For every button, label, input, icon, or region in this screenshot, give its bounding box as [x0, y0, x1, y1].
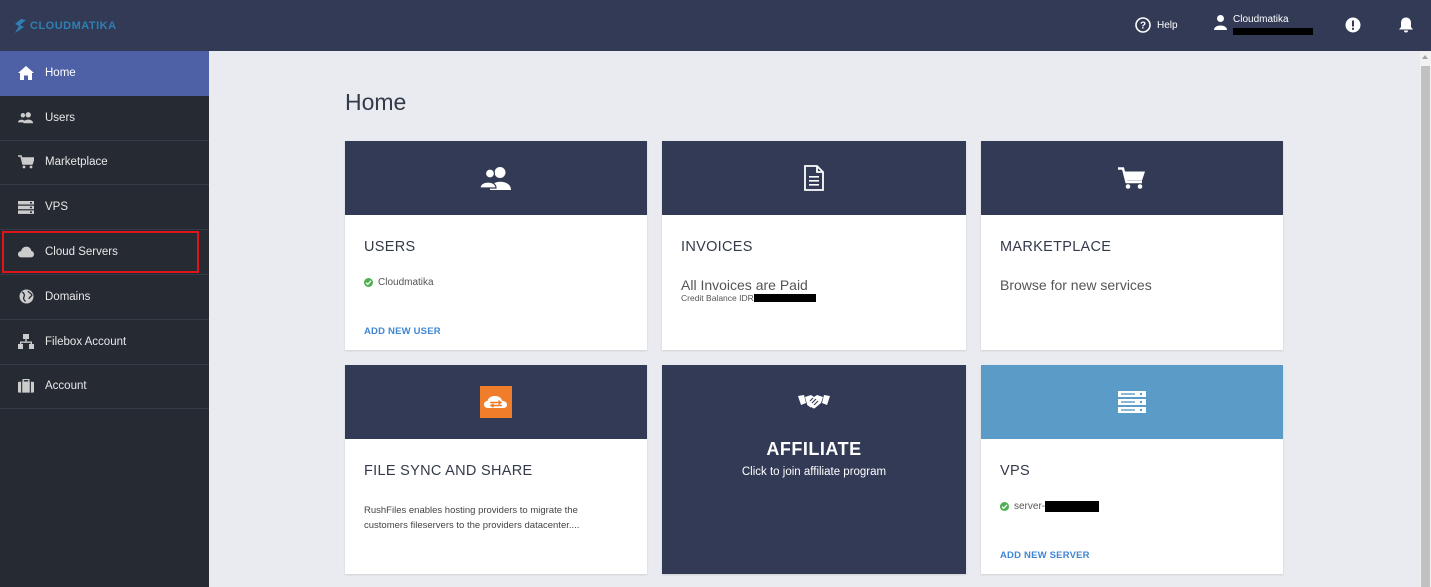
user-menu[interactable]: Cloudmatika: [1214, 14, 1313, 35]
credit-balance-label: Credit Balance IDR: [681, 293, 754, 303]
sidebar-item-marketplace[interactable]: Marketplace: [0, 141, 209, 186]
help-button[interactable]: ? Help: [1135, 17, 1178, 33]
sidebar-item-home[interactable]: Home: [0, 51, 209, 96]
sidebar-item-account[interactable]: Account: [0, 365, 209, 410]
marketplace-text: Browse for new services: [1000, 277, 1152, 293]
handshake-icon: [798, 395, 830, 409]
sidebar-item-users[interactable]: Users: [0, 96, 209, 141]
rushfiles-logo-icon: [480, 386, 512, 418]
cloudmatika-logo-icon: [15, 19, 26, 33]
invoices-card-title: INVOICES: [681, 239, 753, 255]
invoices-card-header: [662, 141, 966, 215]
bell-icon[interactable]: [1397, 16, 1415, 34]
affiliate-title: AFFILIATE: [766, 439, 862, 459]
sidebar-item-label: Marketplace: [45, 156, 108, 169]
add-new-server-link[interactable]: ADD NEW SERVER: [1000, 550, 1090, 561]
users-icon: [480, 167, 511, 190]
users-card-header: [345, 141, 647, 215]
users-status-name: Cloudmatika: [378, 277, 434, 288]
sidebar-item-label: VPS: [45, 201, 69, 214]
user-icon: [1214, 15, 1227, 30]
users-icon: [18, 110, 34, 126]
sidebar-item-domains[interactable]: Domains: [0, 275, 209, 320]
sidebar-item-cloud-servers[interactable]: Cloud Servers: [0, 230, 209, 275]
sidebar-item-label: Account: [45, 380, 87, 393]
sitemap-icon: [18, 334, 34, 350]
sidebar-item-vps[interactable]: VPS: [0, 185, 209, 231]
help-label: Help: [1157, 19, 1178, 31]
cart-icon: [1118, 167, 1145, 189]
redacted-credit-amount: [753, 294, 816, 302]
file-sync-description: RushFiles enables hosting providers to m…: [364, 505, 580, 531]
file-sync-card-title: FILE SYNC AND SHARE: [364, 463, 533, 479]
file-sync-card[interactable]: FILE SYNC AND SHARE RushFiles enables ho…: [345, 365, 647, 574]
sidebar-item-label: Filebox Account: [45, 335, 127, 348]
alert-icon[interactable]: [1345, 17, 1361, 33]
users-card-title: USERS: [364, 239, 416, 255]
sidebar-item-label: Cloud Servers: [45, 246, 118, 259]
logo-text: CLOUDMATIKA: [30, 20, 117, 32]
marketplace-card[interactable]: MARKETPLACE Browse for new services: [981, 141, 1283, 350]
cart-icon: [18, 154, 34, 170]
sidebar-item-label: Users: [45, 111, 76, 124]
scroll-up-arrow-icon[interactable]: [1422, 55, 1428, 59]
server-icon: [18, 199, 34, 215]
credit-balance: Credit Balance IDR: [681, 293, 947, 303]
vps-card-header: [981, 365, 1283, 439]
vps-server-name: server-: [1014, 501, 1046, 512]
affiliate-card[interactable]: AFFILIATE Click to join affiliate progra…: [662, 365, 966, 574]
check-circle-icon: [1000, 502, 1009, 511]
cloud-icon: [18, 244, 34, 260]
marketplace-card-title: MARKETPLACE: [1000, 239, 1112, 255]
file-text-icon: [804, 165, 824, 191]
globe-icon: [18, 289, 34, 305]
sidebar-item-filebox-account[interactable]: Filebox Account: [0, 320, 209, 365]
server-icon: [1118, 391, 1146, 413]
scroll-thumb[interactable]: [1421, 66, 1430, 587]
page-title: Home: [345, 89, 407, 115]
sidebar-item-label: Domains: [45, 290, 91, 303]
users-status: Cloudmatika: [364, 277, 628, 288]
user-name: Cloudmatika: [1233, 14, 1289, 25]
invoices-card[interactable]: INVOICES All Invoices are Paid Credit Ba…: [662, 141, 966, 350]
redacted-server-name: [1045, 501, 1100, 512]
marketplace-card-header: [981, 141, 1283, 215]
redacted-user-email: [1233, 28, 1313, 35]
file-sync-card-header: [345, 365, 647, 439]
sidebar: Home Users Marketplace VPS Cloud Servers…: [0, 51, 209, 587]
brand-logo[interactable]: CLOUDMATIKA: [14, 16, 117, 36]
vps-card-title: VPS: [1000, 463, 1030, 479]
home-icon: [18, 65, 34, 81]
briefcase-icon: [18, 378, 34, 394]
vps-server-status: server-: [1000, 501, 1264, 512]
sidebar-item-label: Home: [45, 66, 76, 79]
question-circle-icon: ?: [1135, 17, 1151, 33]
vps-card[interactable]: VPS server- ADD NEW SERVER: [981, 365, 1283, 574]
users-card[interactable]: USERS Cloudmatika ADD NEW USER: [345, 141, 647, 350]
add-new-user-link[interactable]: ADD NEW USER: [364, 326, 441, 337]
top-bar: CLOUDMATIKA ? Help Cloudmatika: [0, 0, 1431, 51]
invoices-status: All Invoices are Paid: [681, 277, 808, 293]
svg-text:?: ?: [1140, 21, 1146, 32]
affiliate-subtitle[interactable]: Click to join affiliate program: [742, 466, 886, 478]
check-circle-icon: [364, 278, 373, 287]
page-scrollbar[interactable]: [1420, 51, 1431, 587]
